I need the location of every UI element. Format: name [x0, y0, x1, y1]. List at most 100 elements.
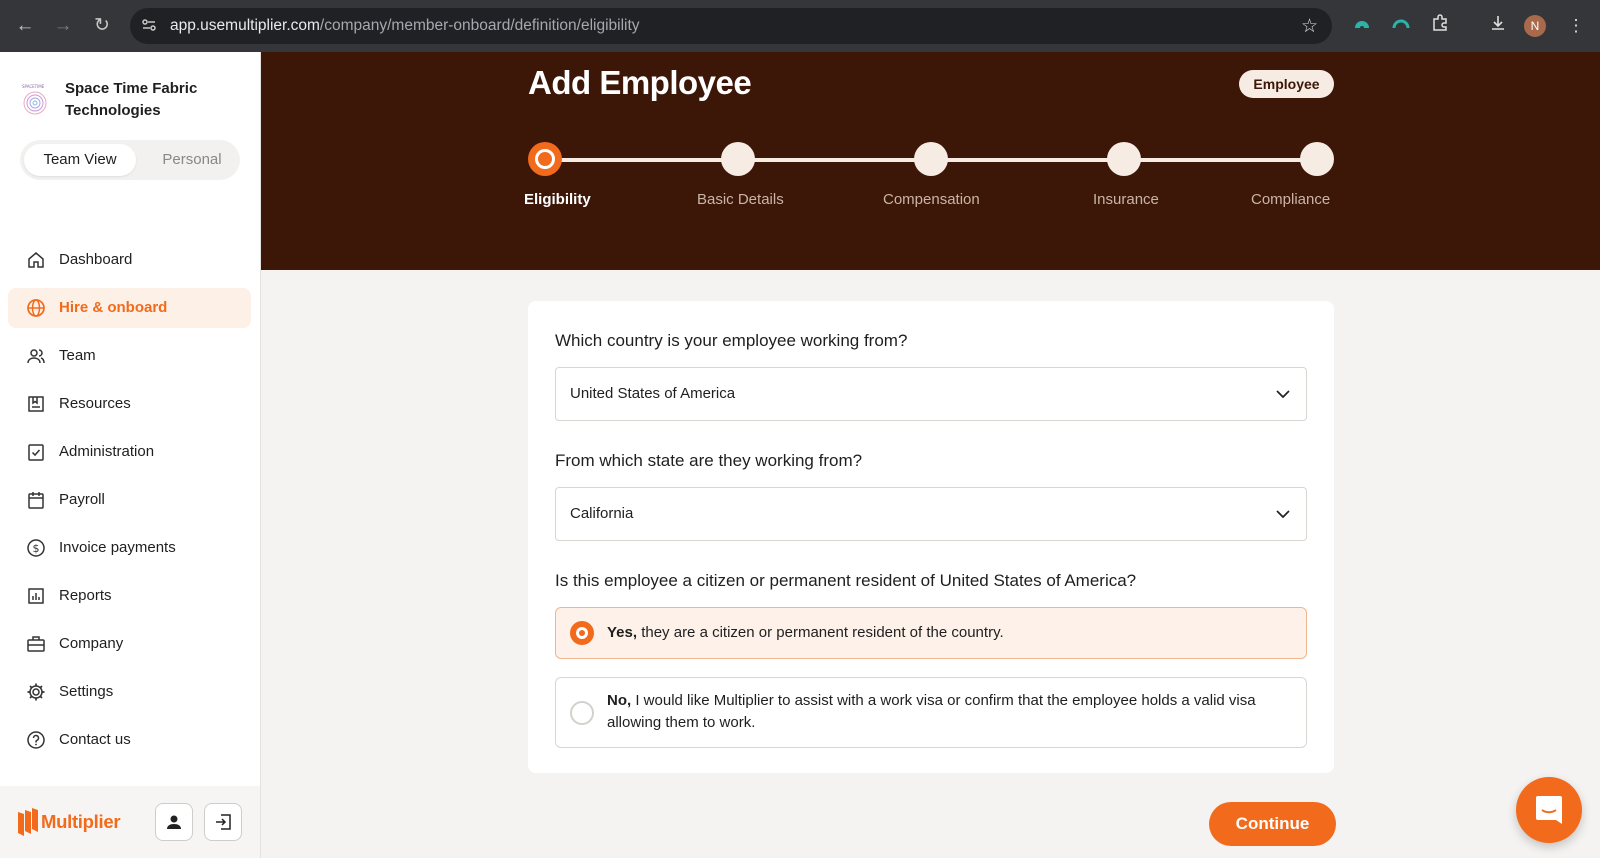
step-eligibility-label: Eligibility [524, 191, 591, 208]
extension-arc-icon[interactable] [1389, 14, 1413, 38]
checklist-icon [28, 444, 44, 461]
sidebar-footer: Multiplier [0, 786, 260, 858]
sidebar-item-hire-onboard[interactable]: Hire & onboard [8, 288, 251, 328]
url-path: /company/member-onboard/definition/eligi… [319, 17, 640, 34]
country-question: Which country is your employee working f… [555, 331, 908, 350]
state-question: From which state are they working from? [555, 451, 863, 470]
state-value: California [570, 505, 634, 522]
company-logo: SPACETIME [20, 82, 50, 116]
step-insurance-dot[interactable] [1107, 142, 1141, 176]
citizen-no-text: No, I would like Multiplier to assist wi… [607, 690, 1287, 734]
continue-button[interactable]: Continue [1209, 802, 1336, 846]
sidebar-item-label: Company [59, 635, 124, 652]
yes-description: they are a citizen or permanent resident… [641, 624, 1004, 641]
dollar-icon: $ [27, 539, 45, 557]
forward-icon[interactable]: → [50, 13, 76, 39]
chat-icon [1536, 796, 1562, 824]
logout-button[interactable] [204, 803, 242, 841]
multiplier-mark-icon [18, 808, 38, 836]
sidebar-item-company[interactable]: Company [8, 624, 251, 664]
citizen-yes-option[interactable]: Yes, they are a citizen or permanent res… [555, 607, 1307, 659]
citizen-no-option[interactable]: No, I would like Multiplier to assist wi… [555, 677, 1307, 748]
country-value: United States of America [570, 385, 736, 402]
citizen-yes-text: Yes, they are a citizen or permanent res… [607, 622, 1287, 644]
bookmark-star-icon[interactable]: ☆ [1301, 15, 1318, 38]
gear-icon [27, 683, 45, 701]
sidebar-item-label: Invoice payments [59, 539, 176, 556]
radio-unselected-icon[interactable] [570, 701, 594, 725]
site-settings-icon[interactable] [140, 17, 158, 35]
sidebar: SPACETIME Space Time Fabric Technologies… [0, 52, 261, 858]
svg-text:$: $ [33, 542, 40, 555]
sidebar-item-label: Payroll [59, 491, 105, 508]
country-select[interactable]: United States of America [555, 367, 1307, 421]
radio-selected-icon[interactable] [570, 621, 594, 645]
home-icon [28, 252, 44, 268]
logout-icon [216, 814, 231, 830]
extension-cloud-icon[interactable] [1350, 14, 1374, 38]
employee-type-badge: Employee [1239, 70, 1334, 98]
chevron-down-icon [1276, 390, 1290, 399]
sidebar-item-label: Hire & onboard [59, 299, 168, 316]
address-bar[interactable]: app.usemultiplier.com/company/member-onb… [130, 8, 1332, 44]
brand-wordmark: Multiplier [41, 811, 121, 832]
sidebar-item-label: Administration [59, 443, 155, 460]
step-insurance-label: Insurance [1093, 191, 1159, 208]
sidebar-item-label: Team [59, 347, 96, 364]
sidebar-item-resources[interactable]: Resources [8, 384, 251, 424]
step-basic-details-label: Basic Details [697, 191, 784, 208]
person-icon [167, 815, 181, 829]
company-header[interactable]: SPACETIME Space Time Fabric Technologies [20, 78, 250, 128]
svg-text:SPACETIME: SPACETIME [22, 84, 45, 89]
company-name: Space Time Fabric Technologies [65, 80, 198, 119]
sidebar-menu: Dashboard Hire & onboard Team Resources … [8, 240, 251, 768]
no-description: I would like Multiplier to assist with a… [607, 692, 1256, 731]
team-view-tab[interactable]: Team View [24, 144, 136, 176]
url-text: app.usemultiplier.com/company/member-onb… [170, 17, 640, 35]
step-compliance-label: Compliance [1251, 191, 1331, 208]
page-title: Add Employee [528, 64, 752, 101]
profile-button[interactable] [155, 803, 193, 841]
sidebar-item-settings[interactable]: Settings [8, 672, 251, 712]
team-icon [27, 349, 45, 364]
chart-icon [28, 588, 44, 604]
step-compensation-label: Compensation [883, 191, 980, 208]
profile-avatar[interactable]: N [1524, 15, 1546, 37]
sidebar-item-team[interactable]: Team [8, 336, 251, 376]
sidebar-item-administration[interactable]: Administration [8, 432, 251, 472]
multiplier-logo[interactable]: Multiplier [16, 806, 121, 840]
sidebar-item-label: Settings [59, 683, 114, 700]
resources-icon [28, 396, 44, 412]
sidebar-item-label: Resources [59, 395, 131, 412]
sidebar-item-label: Reports [59, 587, 112, 604]
step-compensation-dot[interactable] [914, 142, 948, 176]
reload-icon[interactable]: ↻ [89, 13, 115, 39]
citizen-question: Is this employee a citizen or permanent … [555, 571, 1137, 590]
view-toggle: Team View Personal [20, 140, 240, 180]
chat-support-button[interactable] [1516, 777, 1582, 843]
calendar-icon [28, 492, 44, 509]
personal-view-tab[interactable]: Personal [148, 144, 236, 176]
yes-bold: Yes, [607, 624, 638, 641]
state-select[interactable]: California [555, 487, 1307, 541]
back-icon[interactable]: ← [12, 13, 38, 39]
briefcase-icon [27, 636, 45, 652]
sidebar-item-contact-us[interactable]: Contact us [8, 720, 251, 760]
browser-menu-icon[interactable]: ⋮ [1564, 14, 1588, 38]
browser-toolbar: ← → ↻ app.usemultiplier.com/company/memb… [0, 0, 1600, 52]
sidebar-item-label: Dashboard [59, 251, 133, 268]
sidebar-item-invoice-payments[interactable]: $ Invoice payments [8, 528, 251, 568]
step-eligibility-dot[interactable] [528, 142, 562, 176]
sidebar-item-dashboard[interactable]: Dashboard [8, 240, 251, 280]
chevron-down-icon [1276, 510, 1290, 519]
sidebar-item-reports[interactable]: Reports [8, 576, 251, 616]
download-icon[interactable] [1486, 14, 1510, 38]
extensions-puzzle-icon[interactable] [1428, 14, 1452, 38]
help-icon [27, 731, 45, 749]
sidebar-item-label: Contact us [59, 731, 131, 748]
no-bold: No, [607, 692, 632, 709]
step-basic-details-dot[interactable] [721, 142, 755, 176]
step-compliance-dot[interactable] [1300, 142, 1334, 176]
sidebar-item-payroll[interactable]: Payroll [8, 480, 251, 520]
globe-icon [27, 299, 45, 317]
